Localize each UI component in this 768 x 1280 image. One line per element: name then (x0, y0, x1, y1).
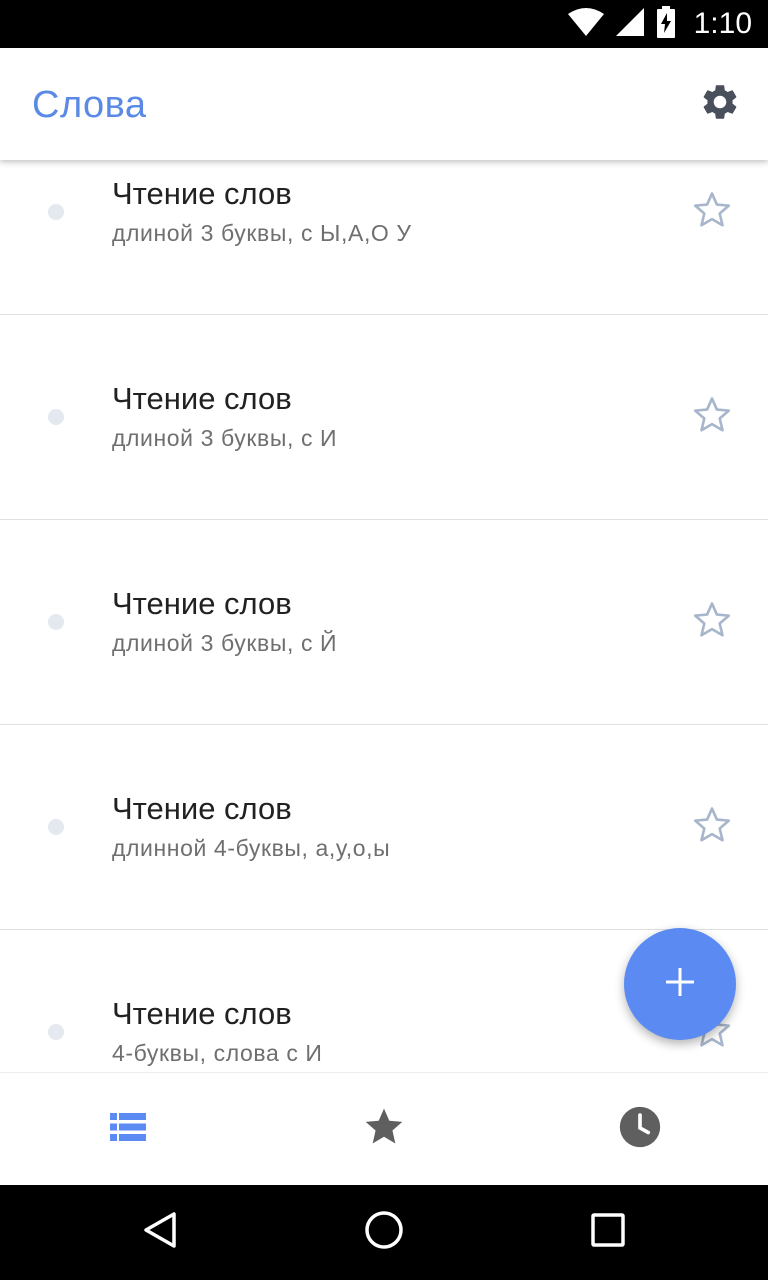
favorite-button[interactable] (688, 598, 736, 646)
item-title: Чтение слов (112, 996, 292, 1031)
item-subtitle: длинной 4-буквы, а,у,о,ы (112, 835, 391, 861)
nav-item-list[interactable] (0, 1073, 256, 1185)
wifi-icon (567, 7, 604, 41)
item-title: Чтение слов (112, 176, 292, 211)
settings-button[interactable] (696, 80, 744, 128)
cell-signal-icon (615, 7, 644, 41)
nav-item-favorites[interactable] (256, 1073, 512, 1185)
star-outline-icon (691, 804, 733, 851)
back-button[interactable] (136, 1208, 184, 1256)
bullet-dot (48, 819, 64, 835)
list-item[interactable]: Чтение слов длинной 4-буквы, а,у,о,ы (0, 725, 768, 930)
bullet-dot (48, 204, 64, 220)
favorite-button[interactable] (688, 188, 736, 236)
bottom-navigation (0, 1072, 768, 1185)
nav-item-history[interactable] (512, 1073, 768, 1185)
home-icon (363, 1209, 405, 1256)
add-button[interactable] (624, 928, 736, 1040)
item-subtitle: 4-буквы, слова с И (112, 1040, 323, 1066)
star-outline-icon (691, 394, 733, 441)
battery-charging-icon (656, 5, 676, 43)
plus-icon (662, 964, 698, 1005)
gear-icon (699, 81, 741, 128)
favorite-button[interactable] (688, 803, 736, 851)
item-title: Чтение слов (112, 586, 292, 621)
list-item[interactable]: Чтение слов длиной 3 буквы, с Й (0, 520, 768, 725)
status-time: 1:10 (693, 7, 752, 40)
star-icon (362, 1105, 406, 1154)
recents-icon (590, 1212, 626, 1253)
list-item[interactable]: Чтение слов длиной 3 буквы, с И (0, 315, 768, 520)
star-outline-icon (691, 189, 733, 236)
item-title: Чтение слов (112, 381, 292, 416)
bullet-dot (48, 409, 64, 425)
page-title: Слова (32, 84, 147, 126)
item-title: Чтение слов (112, 791, 292, 826)
star-outline-icon (691, 599, 733, 646)
list-item[interactable]: Чтение слов длиной 3 буквы, с Ы,А,О У (0, 160, 768, 315)
status-icons: 1:10 (567, 0, 752, 48)
system-nav-bar (0, 1184, 768, 1280)
item-subtitle: длиной 3 буквы, с Ы,А,О У (112, 220, 412, 246)
back-icon (140, 1210, 180, 1255)
item-subtitle: длиной 3 буквы, с И (112, 425, 338, 451)
recents-button[interactable] (584, 1208, 632, 1256)
bullet-dot (48, 1024, 64, 1040)
item-subtitle: длиной 3 буквы, с Й (112, 630, 338, 656)
list-icon (110, 1112, 146, 1147)
home-button[interactable] (360, 1208, 408, 1256)
bullet-dot (48, 614, 64, 630)
status-bar: 1:10 (0, 0, 768, 48)
clock-icon (618, 1105, 662, 1154)
app-bar: Слова (0, 48, 768, 160)
favorite-button[interactable] (688, 393, 736, 441)
